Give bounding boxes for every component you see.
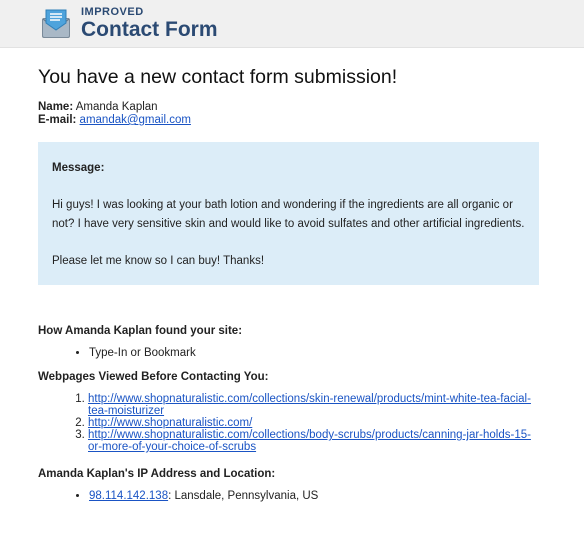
header: IMPROVED Contact Form: [0, 0, 584, 48]
email-label: E-mail:: [38, 114, 77, 126]
message-paragraph: Please let me know so I can buy! Thanks!: [52, 255, 265, 267]
name-label: Name:: [38, 101, 74, 113]
ip-link[interactable]: 98.114.142.138: [89, 490, 168, 502]
viewed-pages-list: http://www.shopnaturalistic.com/collecti…: [38, 393, 544, 453]
sender-info: Name: Amanda Kaplan E-mail: amandak@gmai…: [38, 101, 544, 127]
viewed-heading: Webpages Viewed Before Contacting You:: [38, 371, 269, 383]
list-item: http://www.shopnaturalistic.com/collecti…: [88, 393, 544, 417]
email-body: You have a new contact form submission! …: [0, 66, 584, 502]
logo-title: Contact Form: [81, 18, 218, 41]
envelope-icon: [39, 8, 73, 40]
ip-heading: Amanda Kaplan's IP Address and Location:: [38, 468, 276, 480]
name-value: Amanda Kaplan: [75, 101, 158, 113]
page-title: You have a new contact form submission!: [38, 66, 398, 88]
list-item: http://www.shopnaturalistic.com/collecti…: [88, 429, 544, 453]
message-label: Message:: [52, 162, 105, 174]
ip-location: : Lansdale, Pennsylvania, US: [168, 490, 319, 502]
found-heading: How Amanda Kaplan found your site:: [38, 325, 243, 337]
message-paragraph: Hi guys! I was looking at your bath loti…: [52, 199, 525, 230]
email-link[interactable]: amandak@gmail.com: [80, 114, 191, 126]
email-row: E-mail: amandak@gmail.com: [38, 114, 544, 127]
found-list: Type-In or Bookmark: [38, 347, 544, 359]
name-row: Name: Amanda Kaplan: [38, 101, 544, 114]
logo-small-text: IMPROVED: [81, 6, 144, 18]
ip-list: 98.114.142.138: Lansdale, Pennsylvania, …: [38, 490, 544, 502]
logo: IMPROVED Contact Form: [81, 6, 218, 41]
message-box: Message: Hi guys! I was looking at your …: [38, 142, 539, 285]
list-item: 98.114.142.138: Lansdale, Pennsylvania, …: [89, 490, 544, 502]
list-item: Type-In or Bookmark: [89, 347, 544, 359]
list-item: http://www.shopnaturalistic.com/: [88, 417, 544, 429]
page-link[interactable]: http://www.shopnaturalistic.com/collecti…: [88, 429, 531, 453]
page-link[interactable]: http://www.shopnaturalistic.com/collecti…: [88, 393, 531, 417]
page-link[interactable]: http://www.shopnaturalistic.com/: [88, 417, 252, 429]
message-text: Hi guys! I was looking at your bath loti…: [52, 196, 525, 271]
